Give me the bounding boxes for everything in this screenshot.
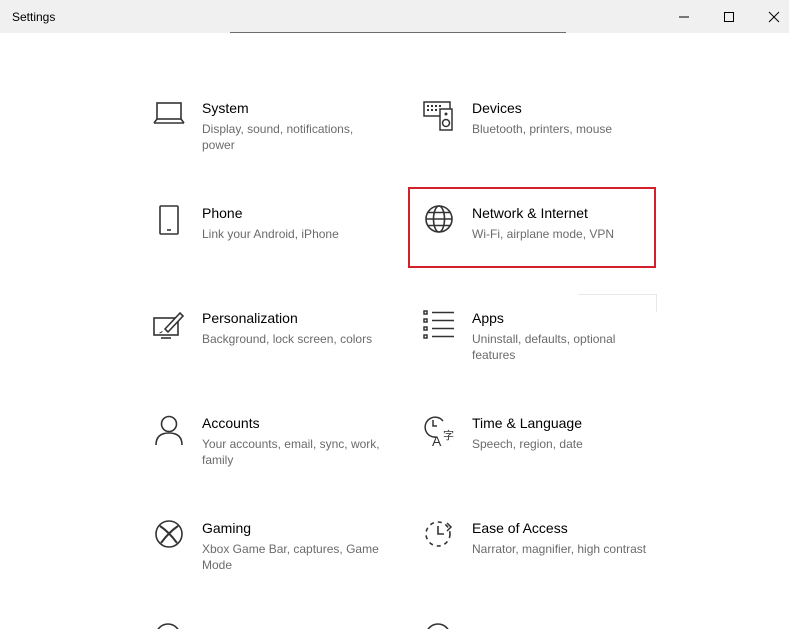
tile-label: Network & Internet [472,205,588,221]
tile-description: Link your Android, iPhone [202,227,339,241]
tile-devices[interactable]: Devices Bluetooth, printers, mouse [422,100,672,180]
tile-personalization[interactable]: Personalization Background, lock screen,… [152,310,402,390]
tile-time-language[interactable]: A字 Time & Language Speech, region, date [422,415,672,495]
time-language-icon: A字 [422,415,456,449]
tile-description: Speech, region, date [472,437,583,451]
person-icon [152,415,186,449]
tile-system[interactable]: System Display, sound, notifications, po… [152,100,402,180]
keyboard-speaker-icon [422,100,456,134]
partial-tile-icon [422,622,456,629]
close-button[interactable] [751,0,789,33]
maximize-button[interactable] [706,0,752,33]
svg-text:A: A [432,433,442,447]
close-icon [768,11,780,22]
tile-network-internet[interactable]: Network & Internet Wi-Fi, airplane mode,… [422,205,672,285]
apps-list-icon [422,310,456,344]
partial-tile-icon [152,622,186,629]
laptop-icon [152,100,186,134]
maximize-icon [724,11,734,22]
tile-label: Phone [202,205,243,221]
tile-description: Narrator, magnifier, high contrast [472,542,647,556]
window-title: Settings [12,10,56,24]
search-box-underline [230,32,566,33]
title-bar: Settings [0,0,789,33]
tile-label: Time & Language [472,415,582,431]
tile-label: Gaming [202,520,252,536]
tile-description: Xbox Game Bar, captures, Game Mode [202,542,379,572]
paint-monitor-icon [152,310,186,344]
tile-ease-of-access[interactable]: Ease of Access Narrator, magnifier, high… [422,520,672,600]
tile-phone[interactable]: Phone Link your Android, iPhone [152,205,402,285]
globe-icon [422,205,456,239]
tile-label: Ease of Access [472,520,568,536]
tile-description: Wi-Fi, airplane mode, VPN [472,227,615,241]
svg-text:字: 字 [443,428,454,442]
phone-icon [152,205,186,239]
tile-label: Accounts [202,415,260,431]
tile-label: System [202,100,249,116]
tile-apps[interactable]: Apps Uninstall, defaults, optional featu… [422,310,672,390]
tile-label: Devices [472,100,522,116]
tile-description: Bluetooth, printers, mouse [472,122,613,136]
tile-description: Display, sound, notifications, power [202,122,354,152]
minimize-icon [679,16,689,17]
divider [578,294,656,295]
tile-description: Background, lock screen, colors [202,332,373,346]
tile-gaming[interactable]: Gaming Xbox Game Bar, captures, Game Mod… [152,520,402,600]
tile-description: Your accounts, email, sync, work, family [202,437,380,467]
ease-of-access-icon [422,520,456,554]
tile-description: Uninstall, defaults, optional features [472,332,616,362]
tile-label: Personalization [202,310,298,326]
xbox-icon [152,520,186,554]
minimize-button[interactable] [661,0,707,33]
tile-label: Apps [472,310,504,326]
tile-accounts[interactable]: Accounts Your accounts, email, sync, wor… [152,415,402,495]
